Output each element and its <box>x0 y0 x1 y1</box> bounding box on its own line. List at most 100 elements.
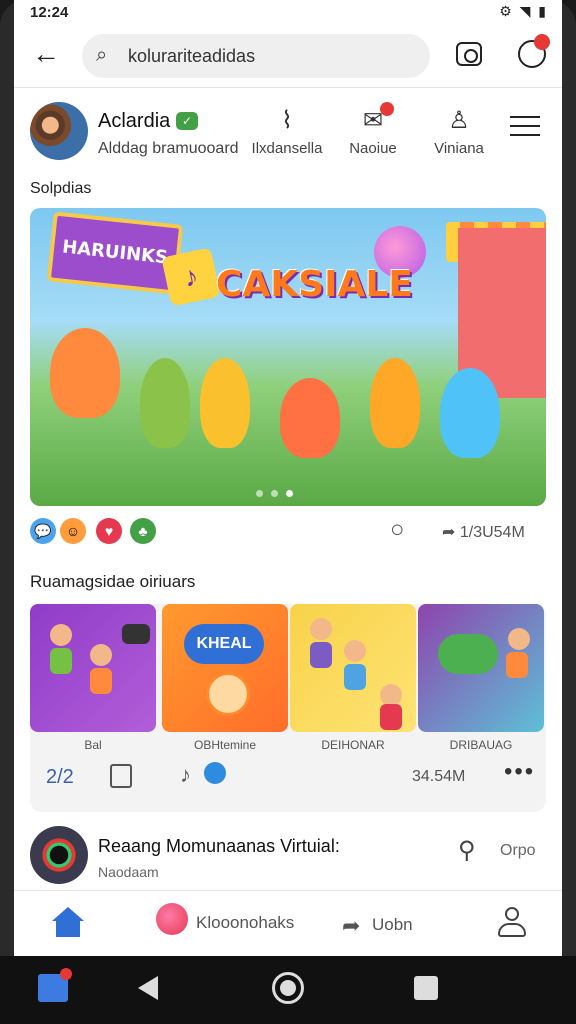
search-input[interactable]: kolurariteadidas <box>128 46 255 67</box>
launcher-icon[interactable] <box>38 968 72 1002</box>
system-back-icon[interactable] <box>138 976 158 1000</box>
reaction-smile-icon[interactable]: ☺ <box>60 518 86 544</box>
media-card[interactable] <box>30 604 156 732</box>
kid-illustration <box>380 684 402 706</box>
kid-illustration <box>344 640 366 662</box>
kid-illustration <box>140 358 190 448</box>
profile-header: Aclardia ✓ Alddag bramuooard ⌇ Ilxdansel… <box>14 96 562 166</box>
kid-illustration <box>310 642 332 668</box>
notification-icon[interactable] <box>518 34 550 68</box>
reaction-like-icon[interactable]: ♣ <box>130 518 156 544</box>
page-number: 2/2 <box>46 766 74 788</box>
verified-badge: ✓ <box>176 112 198 130</box>
hamburger-menu-icon[interactable] <box>510 116 540 143</box>
comment-icon[interactable]: ○ <box>390 516 405 544</box>
gadget-illustration <box>122 624 150 644</box>
search-icon: ⌕ <box>96 44 108 66</box>
section-title: Ruamagsidae oiriuars <box>30 572 196 591</box>
document-icon[interactable] <box>110 764 132 788</box>
banner-title: CAKSIALE <box>216 264 413 305</box>
kid-illustration <box>506 652 528 678</box>
status-icons: ⚙ ◥ ▮ <box>499 3 548 19</box>
system-nav-bar <box>0 956 576 1024</box>
share-count[interactable]: ➦ 1/3U54M <box>442 522 525 542</box>
kid-illustration <box>344 664 366 690</box>
media-card[interactable] <box>418 604 544 732</box>
message-icon: ✉ <box>362 107 384 134</box>
share-count-value: 1/3U54M <box>459 524 525 541</box>
virtual-title: Reaang Momunaanas Virtuial: <box>98 836 340 856</box>
kid-illustration <box>310 618 332 640</box>
card-label: DEIHONAR <box>321 738 385 752</box>
action-messages[interactable]: ✉ Naoiue <box>328 102 418 157</box>
more-options-icon[interactable]: ••• <box>504 758 535 786</box>
tab-label[interactable]: Uobn <box>372 915 413 935</box>
kid-illustration <box>50 624 72 646</box>
kid-illustration <box>508 628 530 650</box>
phone-frame: 12:24 ⚙ ◥ ▮ ← ⌕ kolurariteadidas Aclardi… <box>0 0 576 1024</box>
kid-illustration <box>90 644 112 666</box>
action-label: Naoiue <box>349 140 397 157</box>
media-card[interactable] <box>290 604 416 732</box>
card-bubble: KHEAL <box>184 624 264 664</box>
launcher-badge <box>60 968 72 980</box>
chat-icon[interactable] <box>204 762 226 784</box>
kid-illustration <box>200 358 250 448</box>
action-label: Viniana <box>434 140 484 157</box>
person-icon: ♙ <box>448 107 470 134</box>
location-pin-icon[interactable]: ⚲ <box>458 836 476 865</box>
music-note-icon: ♪ <box>161 247 221 307</box>
thumbs-icon[interactable]: ♪ <box>180 762 191 788</box>
status-bar: 12:24 ⚙ ◥ ▮ <box>14 0 562 24</box>
music-note-icon: ⌇ <box>281 107 293 134</box>
share-icon[interactable]: ➦ <box>342 913 360 939</box>
app-screen: 12:24 ⚙ ◥ ▮ ← ⌕ kolurariteadidas Aclardi… <box>14 0 562 956</box>
message-badge <box>380 102 394 116</box>
notification-badge <box>534 34 550 50</box>
reaction-heart-icon[interactable]: ♥ <box>96 518 122 544</box>
avatar[interactable] <box>30 102 88 160</box>
views-count: 34.54M <box>412 768 466 785</box>
virtual-subtitle: Naodaam <box>98 864 159 880</box>
system-home-icon[interactable] <box>272 972 304 1004</box>
kid-illustration <box>50 328 120 418</box>
card-label: DRIBAUAG <box>449 738 513 752</box>
section-title: Solpdias <box>30 180 92 197</box>
virtual-item[interactable]: Reaang Momunaanas Virtuial: Naodaam ⚲ Or… <box>14 822 562 890</box>
virtual-option[interactable]: Orpo <box>500 842 536 860</box>
action-music[interactable]: ⌇ Ilxdansella <box>242 106 332 157</box>
action-label: Ilxdansella <box>251 140 323 157</box>
kid-illustration <box>440 368 500 458</box>
profile-subtitle: Alddag bramuooard <box>98 140 239 157</box>
banner-sign: HARUINKS <box>46 211 184 295</box>
kid-illustration <box>380 704 402 730</box>
media-card[interactable]: KHEAL <box>162 604 288 732</box>
user-icon[interactable] <box>498 907 526 939</box>
card-label: OBHtemine <box>193 738 257 752</box>
face-illustration <box>206 672 250 716</box>
community-icon <box>156 903 188 935</box>
virtual-avatar <box>30 826 88 884</box>
search-field[interactable]: ⌕ kolurariteadidas <box>82 34 430 78</box>
carousel-dots[interactable] <box>256 484 301 502</box>
gadget-illustration <box>438 634 498 674</box>
kid-illustration <box>90 668 112 694</box>
card-stats-bar: 2/2 ♪ 34.54M ••• <box>30 758 546 798</box>
action-profile[interactable]: ♙ Viniana <box>414 106 504 157</box>
camera-icon[interactable] <box>456 42 482 66</box>
tab-label: Klooonohaks <box>196 913 295 932</box>
reaction-bar: 💬 ☺ ♥ ♣ ○ ➦ 1/3U54M <box>30 516 546 550</box>
featured-banner[interactable]: HARUINKS ♪ CAKSIALE <box>30 208 546 506</box>
back-arrow-icon[interactable]: ← <box>32 40 62 70</box>
reaction-chat-icon[interactable]: 💬 <box>30 518 56 544</box>
profile-name[interactable]: Aclardia <box>98 110 170 133</box>
card-carousel: KHEAL Bal OBHtemine DEIHONAR DRIBAUAG 2/… <box>30 604 546 812</box>
kid-illustration <box>50 648 72 674</box>
home-icon[interactable] <box>52 907 84 937</box>
top-bar: ← ⌕ kolurariteadidas <box>14 24 562 88</box>
kid-illustration <box>370 358 420 448</box>
status-time: 12:24 <box>30 4 69 21</box>
bottom-tab-bar: Klooonohaks ➦ Uobn <box>14 890 562 956</box>
system-recents-icon[interactable] <box>414 976 438 1000</box>
card-label: Bal <box>84 738 102 752</box>
